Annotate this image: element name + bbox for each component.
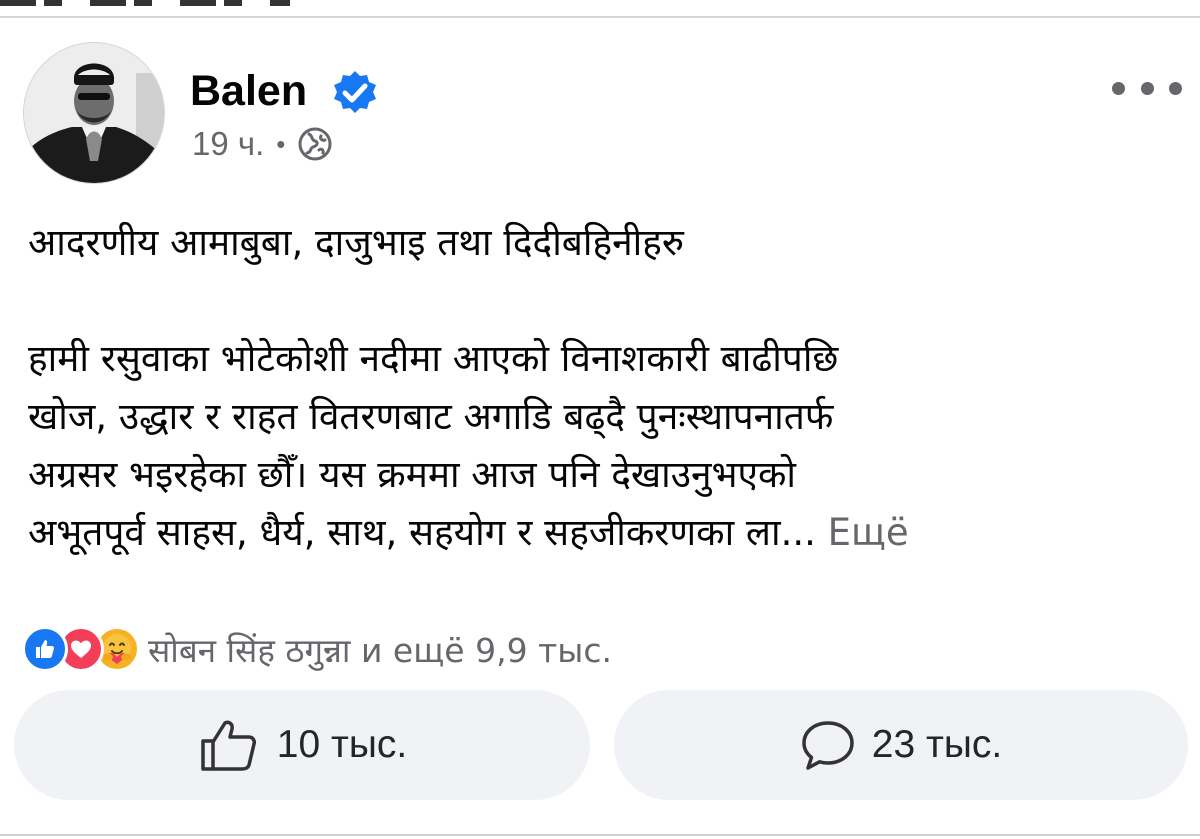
see-more-link[interactable]: Ещё — [828, 511, 909, 554]
more-dot — [1169, 81, 1182, 95]
globe-icon — [298, 127, 332, 161]
post-meta: 19 ч. • — [192, 124, 333, 164]
post-text: आदरणीय आमाबुबा, दाजुभाइ तथा दिदीबहिनीहरु… — [28, 214, 1178, 562]
post-divider — [0, 834, 1200, 836]
post-line: खोज, उद्धार र राहत वितरणबाट अगाडि बढ्दै … — [28, 395, 834, 438]
verified-badge-icon — [334, 71, 376, 113]
comment-bubble-icon — [802, 721, 854, 770]
author-name[interactable]: Balen — [190, 66, 307, 116]
avatar-photo — [24, 43, 164, 183]
post-time[interactable]: 19 ч. — [192, 125, 264, 163]
thumbs-up-icon — [201, 720, 256, 771]
previous-post-edge — [0, 0, 1200, 18]
reactions-summary: सोबन सिंह ठगुन्ना и ещё 9,9 тыс. — [148, 630, 612, 670]
post-line: हामी रसुवाका भोटेकोशी नदीमा आएको विनाशका… — [28, 337, 839, 380]
post-line: अभूतपूर्व साहस, धैर्य, साथ, सहयोग र सहजी… — [28, 511, 816, 554]
reaction-icons — [22, 626, 140, 672]
comment-count: 23 тыс. — [871, 723, 1003, 766]
like-count: 10 тыс. — [276, 723, 408, 766]
comment-button[interactable]: 23 тыс. — [614, 690, 1188, 800]
more-dot — [1112, 81, 1125, 95]
post-last-line-row: अभूतपूर्व साहस, धैर्य, साथ, सहयोग र सहजी… — [28, 504, 1178, 562]
meta-separator: • — [276, 128, 286, 159]
facebook-post: Balen 19 ч. • आदरणीय आमाबुबा, दाजुभाइ तथ… — [0, 18, 1200, 839]
post-greeting: आदरणीय आमाबुबा, दाजुभाइ तथा दिदीबहिनीहरु — [28, 221, 685, 264]
more-options-button[interactable] — [1112, 76, 1182, 100]
cropped-header-text — [0, 0, 290, 6]
like-button[interactable]: 10 тыс. — [14, 690, 590, 800]
more-dot — [1140, 81, 1154, 95]
like-reaction-icon — [22, 626, 68, 672]
reactions-row[interactable]: सोबन सिंह ठगुन्ना и ещё 9,9 тыс. — [22, 624, 612, 674]
avatar[interactable] — [23, 42, 165, 184]
post-line: अग्रसर भइरहेका छौँ। यस क्रममा आज पनि देख… — [28, 453, 797, 496]
